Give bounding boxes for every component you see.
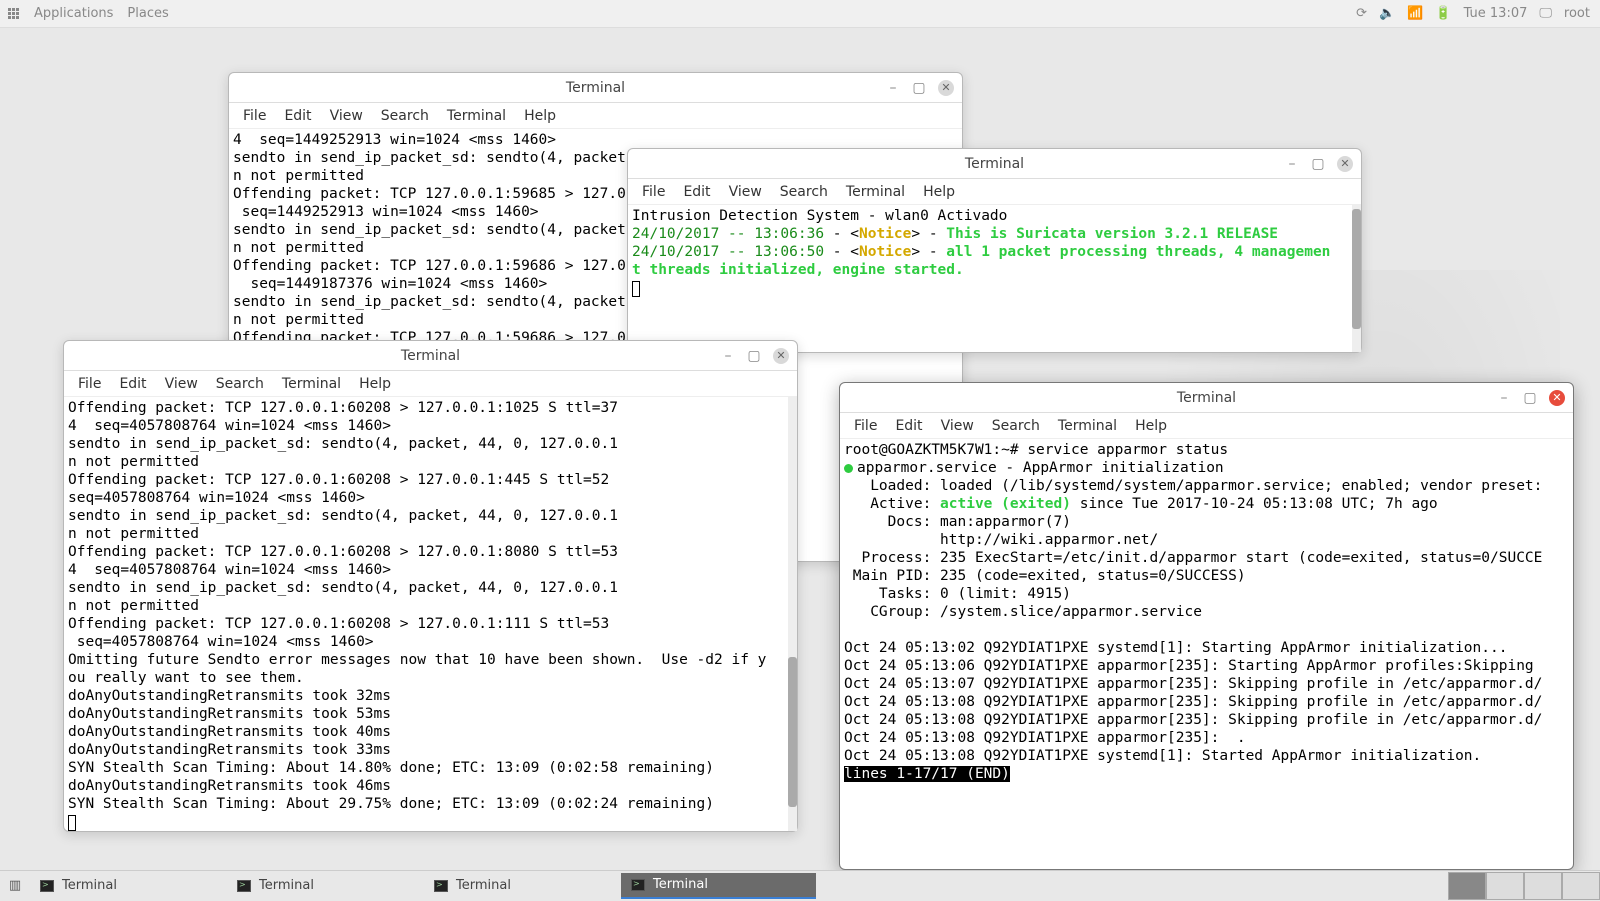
terminal-window-2[interactable]: Terminal – ▢ ✕ File Edit View Search Ter… xyxy=(627,148,1362,353)
menu-terminal[interactable]: Terminal xyxy=(274,374,349,394)
bottom-panel: ▥ Terminal Terminal Terminal Terminal xyxy=(0,870,1600,900)
scrollbar[interactable] xyxy=(1352,205,1361,352)
menu-view[interactable]: View xyxy=(322,106,371,126)
maximize-button[interactable]: ▢ xyxy=(747,349,761,363)
menu-file[interactable]: File xyxy=(70,374,109,394)
volume-icon[interactable]: 🔈 xyxy=(1379,6,1395,21)
menu-file[interactable]: File xyxy=(846,416,885,436)
terminal-icon xyxy=(237,880,251,892)
updates-icon[interactable]: ⟳ xyxy=(1356,6,1367,21)
taskbar-item[interactable]: Terminal xyxy=(227,873,422,899)
show-desktop-button[interactable]: ▥ xyxy=(0,871,30,901)
titlebar[interactable]: Terminal – ▢ ✕ xyxy=(840,383,1573,413)
workspace-2[interactable] xyxy=(1486,872,1524,900)
menu-search[interactable]: Search xyxy=(984,416,1048,436)
menu-terminal[interactable]: Terminal xyxy=(1050,416,1125,436)
monitor-icon[interactable]: 🖵 xyxy=(1539,6,1552,21)
taskbar-item[interactable]: Terminal xyxy=(30,873,225,899)
minimize-button[interactable]: – xyxy=(721,349,735,363)
menu-help[interactable]: Help xyxy=(516,106,564,126)
applications-menu[interactable]: Applications xyxy=(34,6,113,21)
workspace-1[interactable] xyxy=(1448,872,1486,900)
workspace-3[interactable] xyxy=(1524,872,1562,900)
menu-file[interactable]: File xyxy=(235,106,274,126)
terminal-icon xyxy=(40,880,54,892)
menu-search[interactable]: Search xyxy=(772,182,836,202)
command: service apparmor status xyxy=(1027,442,1228,458)
minimize-button[interactable]: – xyxy=(1285,157,1299,171)
window-title: Terminal xyxy=(1177,390,1236,406)
menu-search[interactable]: Search xyxy=(208,374,272,394)
menu-view[interactable]: View xyxy=(933,416,982,436)
workspace-4[interactable] xyxy=(1562,872,1600,900)
close-button[interactable]: ✕ xyxy=(773,348,789,364)
terminal-icon xyxy=(434,880,448,892)
titlebar[interactable]: Terminal – ▢ ✕ xyxy=(64,341,797,371)
cursor xyxy=(68,815,76,831)
menu-edit[interactable]: Edit xyxy=(276,106,319,126)
network-icon[interactable]: 📶 xyxy=(1407,6,1423,21)
scrollbar[interactable] xyxy=(788,397,797,831)
status-dot-icon xyxy=(844,464,853,473)
pager-status: lines 1-17/17 (END) xyxy=(844,766,1010,782)
workspace-switcher[interactable] xyxy=(1448,872,1600,900)
maximize-button[interactable]: ▢ xyxy=(912,81,926,95)
minimize-button[interactable]: – xyxy=(1497,391,1511,405)
taskbar-item-active[interactable]: Terminal xyxy=(621,873,816,899)
close-button[interactable]: ✕ xyxy=(938,80,954,96)
prompt: root@GOAZKTM5K7W1:~# xyxy=(844,442,1027,458)
menu-terminal[interactable]: Terminal xyxy=(439,106,514,126)
window-title: Terminal xyxy=(965,156,1024,172)
menubar: File Edit View Search Terminal Help xyxy=(64,371,797,397)
maximize-button[interactable]: ▢ xyxy=(1311,157,1325,171)
places-menu[interactable]: Places xyxy=(127,6,168,21)
menu-terminal[interactable]: Terminal xyxy=(838,182,913,202)
close-button[interactable]: ✕ xyxy=(1549,390,1565,406)
menu-file[interactable]: File xyxy=(634,182,673,202)
menu-help[interactable]: Help xyxy=(1127,416,1175,436)
menubar: File Edit View Search Terminal Help xyxy=(840,413,1573,439)
titlebar[interactable]: Terminal – ▢ ✕ xyxy=(628,149,1361,179)
maximize-button[interactable]: ▢ xyxy=(1523,391,1537,405)
clock[interactable]: Tue 13:07 xyxy=(1464,6,1528,21)
terminal-icon xyxy=(631,879,645,891)
cursor xyxy=(632,281,640,297)
window-title: Terminal xyxy=(401,348,460,364)
menubar: File Edit View Search Terminal Help xyxy=(229,103,962,129)
menu-help[interactable]: Help xyxy=(915,182,963,202)
menu-view[interactable]: View xyxy=(157,374,206,394)
menu-edit[interactable]: Edit xyxy=(887,416,930,436)
menu-edit[interactable]: Edit xyxy=(111,374,154,394)
minimize-button[interactable]: – xyxy=(886,81,900,95)
menu-help[interactable]: Help xyxy=(351,374,399,394)
menu-search[interactable]: Search xyxy=(373,106,437,126)
close-button[interactable]: ✕ xyxy=(1337,156,1353,172)
battery-icon[interactable]: 🔋 xyxy=(1435,6,1451,21)
terminal-window-4[interactable]: Terminal – ▢ ✕ File Edit View Search Ter… xyxy=(839,382,1574,870)
user-menu[interactable]: root xyxy=(1564,6,1590,21)
menu-view[interactable]: View xyxy=(721,182,770,202)
apps-grid-icon[interactable] xyxy=(8,8,20,20)
menubar: File Edit View Search Terminal Help xyxy=(628,179,1361,205)
terminal-output[interactable]: Intrusion Detection System - wlan0 Activ… xyxy=(628,205,1361,352)
titlebar[interactable]: Terminal – ▢ ✕ xyxy=(229,73,962,103)
terminal-window-3[interactable]: Terminal – ▢ ✕ File Edit View Search Ter… xyxy=(63,340,798,832)
terminal-output[interactable]: root@GOAZKTM5K7W1:~# service apparmor st… xyxy=(840,439,1573,869)
terminal-output[interactable]: Offending packet: TCP 127.0.0.1:60208 > … xyxy=(64,397,797,831)
window-title: Terminal xyxy=(566,80,625,96)
top-panel: Applications Places ⟳ 🔈 📶 🔋 Tue 13:07 🖵 … xyxy=(0,0,1600,28)
taskbar-item[interactable]: Terminal xyxy=(424,873,619,899)
menu-edit[interactable]: Edit xyxy=(675,182,718,202)
